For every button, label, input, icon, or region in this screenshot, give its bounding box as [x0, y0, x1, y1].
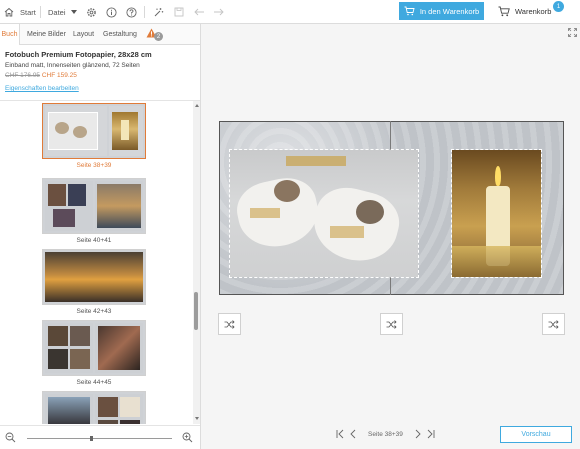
- previous-page-icon[interactable]: [350, 429, 356, 439]
- tab-label: Meine Bilder: [27, 31, 66, 38]
- next-page-icon[interactable]: [415, 429, 421, 439]
- scrollbar-thumb[interactable]: [194, 292, 198, 330]
- thumbnail-page-right: [95, 394, 143, 424]
- help-icon: [126, 6, 137, 18]
- thumbnail-page-left: [45, 394, 93, 424]
- cart-button[interactable]: Warenkorb: [498, 3, 551, 19]
- left-panel: Buch Meine Bilder Layout Gestaltung 2 Fo…: [0, 24, 201, 449]
- undo-icon: [194, 7, 205, 17]
- tab-label: Buch: [1, 31, 18, 38]
- undo-button[interactable]: [194, 0, 205, 24]
- shuffle-icon: [224, 319, 235, 329]
- price-old: CHF 176.95: [5, 72, 41, 79]
- magic-wand-icon: [153, 7, 164, 18]
- thumbnail-image: [42, 178, 146, 234]
- save-icon: [174, 7, 184, 17]
- toolbar-divider: [40, 6, 41, 18]
- gear-icon: [86, 7, 97, 18]
- tab-label: Layout: [73, 31, 95, 38]
- scroll-down-arrow-icon[interactable]: [195, 417, 199, 420]
- fullscreen-icon[interactable]: [568, 28, 577, 37]
- info-icon: [106, 6, 117, 18]
- tab-gestaltung[interactable]: Gestaltung: [103, 24, 137, 45]
- product-price: CHF 176.95 CHF 159.25: [5, 72, 195, 79]
- shuffle-spread-button[interactable]: [380, 313, 403, 335]
- thumbnail-page-left: [45, 106, 107, 156]
- auto-fill-button[interactable]: [153, 0, 164, 24]
- cart-label: Warenkorb: [515, 6, 552, 16]
- file-menu-label: Datei: [48, 7, 66, 17]
- toolbar-divider: [144, 6, 145, 18]
- zoom-slider-track[interactable]: [27, 438, 172, 439]
- edit-properties-link[interactable]: Eigenschaften bearbeiten: [5, 85, 195, 92]
- file-menu[interactable]: Datei: [48, 0, 77, 24]
- thumbnail-image: [42, 320, 146, 376]
- tab-layout[interactable]: Layout: [73, 24, 94, 45]
- thumbnail-scrollbar[interactable]: [193, 101, 200, 424]
- info-button[interactable]: [106, 0, 117, 24]
- thumbnail-image: [42, 249, 146, 305]
- help-button[interactable]: [126, 0, 137, 24]
- thumbnail-spread[interactable]: Seite 44+45: [42, 320, 146, 386]
- page-indicator: Seite 38+39: [368, 430, 403, 438]
- tab-buch[interactable]: Buch: [0, 24, 20, 45]
- photo-slot-right[interactable]: [451, 149, 542, 278]
- thumbnail-image: [42, 391, 146, 424]
- product-description: Einband matt, Innenseiten glänzend, 72 S…: [5, 62, 140, 69]
- zoom-slider-handle[interactable]: [90, 436, 93, 441]
- first-page-icon[interactable]: [336, 429, 344, 439]
- start-label: Start: [20, 7, 36, 17]
- thumbnail-page-left: [45, 323, 93, 373]
- product-info: Fotobuch Premium Fotopapier, 28x28 cm Ei…: [0, 45, 200, 101]
- shuffle-icon: [386, 319, 397, 329]
- redo-icon: [213, 7, 224, 17]
- zoom-out-icon[interactable]: [5, 432, 16, 443]
- warning-count-badge: 2: [154, 32, 163, 41]
- home-icon: [4, 7, 14, 17]
- start-button[interactable]: Start: [4, 0, 36, 24]
- add-to-cart-label: In den Warenkorb: [419, 6, 480, 16]
- thumbnail-spread[interactable]: [42, 391, 146, 424]
- cart-plus-icon: [404, 6, 415, 16]
- tab-meine-bilder[interactable]: Meine Bilder: [27, 24, 66, 45]
- page-navigation: Seite 38+39: [336, 427, 435, 441]
- redo-button[interactable]: [213, 0, 224, 24]
- photo-slot-left[interactable]: [229, 149, 419, 278]
- chevron-down-icon: [70, 10, 77, 14]
- thumbnail-spread[interactable]: Seite 38+39: [42, 103, 146, 169]
- thumbnail-page-right: [95, 181, 143, 231]
- thumbnail-image: [42, 103, 146, 159]
- thumbnail-label: Seite 40+41: [76, 237, 112, 244]
- thumbnail-zoom: [0, 425, 200, 449]
- shuffle-left-button[interactable]: [218, 313, 241, 335]
- scroll-up-arrow-icon[interactable]: [195, 104, 199, 107]
- price-new: CHF 159.25: [41, 72, 77, 79]
- shuffle-icon: [548, 319, 559, 329]
- settings-button[interactable]: [86, 0, 97, 24]
- save-button[interactable]: [174, 0, 184, 24]
- thumbnail-spread[interactable]: Seite 42+43: [42, 249, 146, 315]
- shuffle-right-button[interactable]: [542, 313, 565, 335]
- page-thumbnails: Seite 38+39 Seite 40+41 Seite 42+43 Seit…: [0, 101, 193, 424]
- toolbar: Start Datei In den Warenkorb Warenkorb 1: [0, 0, 580, 24]
- zoom-in-icon[interactable]: [182, 432, 193, 443]
- add-to-cart-button[interactable]: In den Warenkorb: [399, 2, 484, 20]
- thumbnail-spread[interactable]: Seite 40+41: [42, 178, 146, 244]
- last-page-icon[interactable]: [427, 429, 435, 439]
- thumbnail-page-panorama: [45, 252, 143, 302]
- tab-label: Gestaltung: [103, 31, 137, 38]
- thumbnail-label: Seite 38+39: [76, 162, 112, 169]
- preview-button[interactable]: Vorschau: [500, 426, 572, 443]
- thumbnail-label: Seite 42+43: [76, 308, 112, 315]
- panel-tabs: Buch Meine Bilder Layout Gestaltung 2: [0, 24, 200, 45]
- thumbnail-page-right: [95, 323, 143, 373]
- product-title: Fotobuch Premium Fotopapier, 28x28 cm: [5, 50, 152, 59]
- cart-icon: [498, 6, 510, 17]
- cart-count-badge: 1: [553, 1, 564, 12]
- thumbnail-page-left: [45, 181, 93, 231]
- thumbnail-page-right: [109, 106, 143, 156]
- thumbnail-label: Seite 44+45: [76, 379, 112, 386]
